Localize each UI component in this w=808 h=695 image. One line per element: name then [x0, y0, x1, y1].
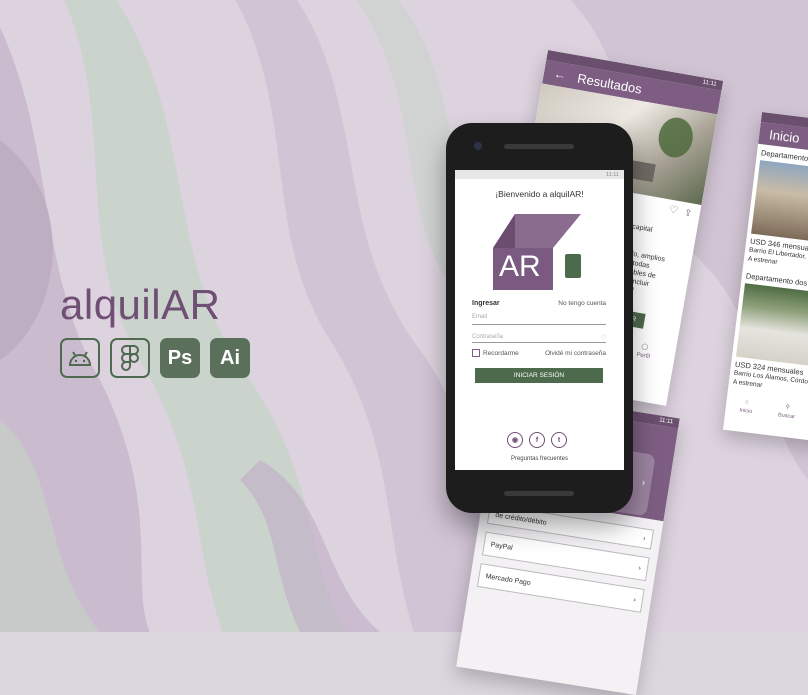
payment-option-paypal-label: PayPal [490, 540, 514, 552]
email-placeholder: Email [472, 314, 488, 320]
nav-home[interactable]: ⌂ Inicio [739, 398, 754, 417]
logo-text: AR [499, 250, 541, 283]
brand-block: alquilAR Ps Ai [60, 282, 250, 378]
chevron-right-icon: › [642, 534, 647, 543]
earpiece [504, 144, 574, 149]
nav-search-label: Buscar [777, 412, 796, 421]
share-icon[interactable]: ⇪ [684, 207, 693, 218]
no-account-link[interactable]: No tengo cuenta [558, 300, 606, 307]
card2-photo[interactable] [735, 283, 808, 371]
eye-off-icon[interactable]: ◌ [601, 332, 606, 341]
login-header-row: Ingresar No tengo cuenta [472, 300, 606, 307]
login-screen: 11:11 ¡Bienvenido a alquilAR! AR Ingresa… [455, 170, 624, 470]
android-icon [60, 338, 100, 378]
remember-row: Recordarme Olvidé mi contraseña [472, 349, 606, 357]
social-links: ◉ f t [507, 432, 567, 448]
email-underline [472, 324, 606, 325]
card1-photo[interactable] [751, 160, 808, 248]
twitter-icon[interactable]: t [551, 432, 567, 448]
remember-label: Recordarme [483, 349, 519, 357]
remember-checkbox[interactable]: Recordarme [472, 349, 519, 357]
illustrator-icon: Ai [210, 338, 250, 378]
back-arrow-icon[interactable]: ← [553, 67, 567, 83]
status-time: 11:11 [658, 417, 674, 426]
password-placeholder: Contraseña [472, 333, 504, 340]
alquilar-logo: AR [493, 214, 585, 290]
welcome-text: ¡Bienvenido a alquilAR! [495, 189, 584, 199]
forgot-password-link[interactable]: Olvidé mi contraseña [545, 350, 606, 357]
nav-profile[interactable]: ◯ Perfil [636, 342, 653, 362]
nav-profile-label: Perfil [635, 352, 651, 361]
plant-shape [655, 114, 696, 161]
phone-mockup: 11:11 ¡Bienvenido a alquilAR! AR Ingresa… [446, 123, 633, 513]
status-time: 11:11 [606, 171, 619, 178]
bottom-speaker [504, 491, 574, 496]
chevron-right-icon: › [637, 564, 642, 572]
figma-icon [110, 338, 150, 378]
tool-icons: Ps Ai [60, 338, 250, 378]
password-underline [472, 342, 606, 343]
brand-title: alquilAR [60, 281, 221, 328]
instagram-icon[interactable]: ◉ [507, 432, 523, 448]
nav-search[interactable]: ⚲ Buscar [777, 402, 796, 422]
nav-home-label: Inicio [739, 407, 753, 416]
login-button[interactable]: INICIAR SESIÓN [475, 368, 603, 383]
checkbox-icon [472, 349, 480, 357]
status-time: 11:11 [702, 79, 718, 88]
status-bar: 11:11 [455, 170, 624, 179]
chevron-right-icon: › [632, 596, 637, 604]
login-label: Ingresar [472, 300, 500, 307]
front-camera [474, 142, 482, 150]
faq-link[interactable]: Preguntas frecuentes [455, 456, 624, 462]
home-title: Inicio [768, 126, 801, 146]
payment-option-mercadopago-label: Mercado Pago [485, 572, 532, 587]
photoshop-icon: Ps [160, 338, 200, 378]
email-field[interactable]: Email [472, 314, 606, 320]
bottom-nav: ⌂ Inicio ⚲ Buscar [729, 396, 808, 428]
password-field[interactable]: Contraseña ◌ [472, 332, 606, 341]
facebook-icon[interactable]: f [529, 432, 545, 448]
payment-option-card-label: de crédito/débito [494, 511, 548, 527]
heart-icon[interactable]: ♡ [668, 205, 679, 217]
